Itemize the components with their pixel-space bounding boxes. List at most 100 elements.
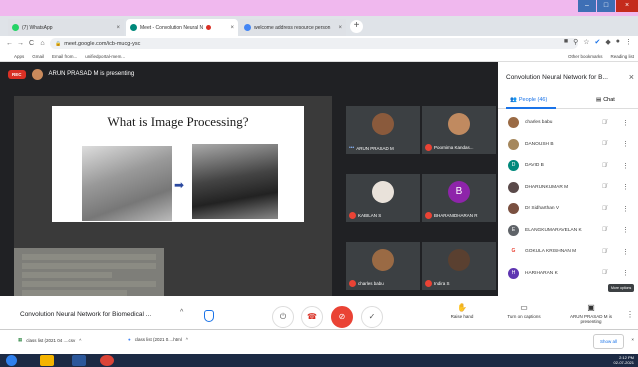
participant-row[interactable]: D DAVID B 🎙̸ ⋮ [498, 155, 638, 177]
participant-tile[interactable]: Indira S [422, 242, 496, 290]
participant-row[interactable]: H HARIHARAN K 🎙̸ ⋮ [498, 263, 638, 285]
show-all-button[interactable]: Show all [592, 334, 624, 349]
participant-row[interactable]: DANOUSH B 🎙̸ ⋮ [498, 134, 638, 156]
participant-tile[interactable]: Poornima Kandas... [422, 106, 496, 154]
present-button[interactable]: ✓ [361, 306, 383, 328]
camera-off-button[interactable]: ⊘ [331, 306, 353, 328]
participant-name: Indira S [434, 281, 450, 286]
raise-hand-button[interactable]: ✋ Raise hand [440, 303, 484, 319]
participant-tile[interactable]: ••• ARUN PRASAD M [346, 106, 420, 154]
download-filename: class list (2021 04 ....csv [26, 337, 76, 343]
shield-icon[interactable] [204, 310, 214, 322]
active-tab-indicator [506, 107, 556, 109]
new-tab-button[interactable]: + [350, 20, 363, 33]
more-options-icon[interactable]: ⋮ [622, 119, 629, 127]
participant-tile[interactable]: B BHARANIDHARAN R [422, 174, 496, 222]
participant-name: KABILAN S [358, 213, 382, 218]
people-tab-label: People (46) [518, 97, 548, 103]
back-icon[interactable]: ← [4, 40, 15, 47]
tab-meet[interactable]: Meet - Convolution Neural N × [126, 19, 238, 36]
mic-off-icon: 🎙̸ [602, 205, 607, 212]
more-options-icon[interactable]: ⋮ [622, 269, 629, 277]
mic-off-icon [425, 280, 432, 287]
word-icon[interactable] [72, 355, 86, 366]
bookmark-portal[interactable]: unifiedportal-mem... [85, 54, 125, 59]
home-icon[interactable]: ⌂ [37, 40, 48, 47]
start-icon[interactable] [6, 355, 17, 366]
participant-name: Dr Sidharthan V [525, 206, 560, 212]
more-options-icon[interactable]: ⋮ [626, 310, 634, 319]
maximize-button[interactable]: □ [597, 0, 615, 12]
close-icon[interactable]: × [338, 25, 342, 31]
close-panel-icon[interactable]: × [629, 72, 634, 82]
clock: 2:12 PM 02-07-2021 [614, 355, 634, 365]
chevron-up-icon[interactable]: ^ [180, 309, 183, 316]
participant-avatar [372, 113, 394, 135]
more-options-icon[interactable]: ⋮ [622, 140, 629, 148]
participant-row[interactable]: G GOKULA KRISHNAN M 🎙̸ ⋮ [498, 241, 638, 263]
participant-row[interactable]: E ELANGKUMARAVELAN K 🎙̸ ⋮ [498, 220, 638, 242]
arrow-icon: ➡ [174, 178, 185, 192]
participant-name: ELANGKUMARAVELAN K [525, 227, 582, 233]
participant-name: Poornima Kandas... [434, 145, 474, 150]
more-options-icon[interactable]: ⋮ [622, 183, 629, 191]
chevron-up-icon[interactable]: ^ [186, 337, 188, 342]
more-options-icon[interactable]: ⋮ [622, 226, 629, 234]
leave-call-button[interactable]: ☎ [301, 306, 323, 328]
mic-off-icon: 🎙̸ [602, 248, 607, 255]
participant-tile[interactable]: charles babu [346, 242, 420, 290]
more-options-icon[interactable]: ⋮ [622, 205, 629, 213]
participant-tile[interactable]: KABILAN S [346, 174, 420, 222]
other-bookmarks[interactable]: Other bookmarks [568, 54, 603, 59]
minimize-button[interactable]: – [578, 0, 596, 12]
star-icon[interactable]: ☆ [583, 38, 589, 46]
mic-off-icon [349, 212, 356, 219]
download-item[interactable]: ● class list (2021 0....html ^ [128, 337, 188, 342]
captions-button[interactable]: ▭ Turn on captions [502, 303, 546, 319]
presenter-avatar [31, 68, 43, 80]
download-item[interactable]: ▦ class list (2021 04 ....csv ^ [18, 337, 81, 343]
close-icon[interactable]: × [116, 25, 120, 31]
aerial-photo-original [82, 146, 172, 221]
bookmark-gmail[interactable]: Gmail [32, 54, 44, 59]
tab-people[interactable]: 👥 People (46) [510, 97, 547, 103]
more-options-icon[interactable]: ⋮ [622, 162, 629, 170]
file-explorer-icon[interactable] [40, 355, 54, 366]
mic-button[interactable]: ⏻ [272, 306, 294, 328]
presenting-button[interactable]: ▣ ARUN PRASAD M is presenting [568, 303, 614, 324]
bookmark-email[interactable]: Email from... [52, 54, 77, 59]
participant-name: BHARANIDHARAN R [434, 213, 478, 218]
participant-row[interactable]: charles babu 🎙̸ ⋮ [498, 112, 638, 134]
panel-title: Convolution Neural Network for B... [506, 74, 608, 81]
forward-icon[interactable]: → [15, 40, 26, 47]
chevron-up-icon[interactable]: ^ [79, 338, 81, 343]
participant-row[interactable]: DHARUNKUMAR M 🎙̸ ⋮ [498, 177, 638, 199]
search-icon[interactable]: ⚲ [573, 38, 578, 46]
participant-name: charles babu [358, 281, 384, 286]
reading-list[interactable]: Reading list [610, 54, 634, 59]
tab-welcome-address[interactable]: welcome address resource person × [240, 19, 346, 36]
tab-whatsapp[interactable]: (7) WhatsApp × [8, 19, 124, 36]
window-close-button[interactable]: × [616, 0, 638, 12]
more-options-icon[interactable]: ⋮ [622, 248, 629, 256]
camera-icon[interactable]: ■ [564, 38, 568, 46]
presenting-label: ARUN PRASAD M is presenting [569, 314, 612, 324]
reload-icon[interactable]: C [26, 40, 37, 47]
close-icon[interactable]: × [230, 25, 234, 31]
mic-off-icon: 🎙̸ [602, 227, 607, 234]
mic-off-icon: 🎙̸ [602, 119, 607, 126]
profile-icon[interactable]: ● [616, 38, 620, 46]
slide-title: What is Image Processing? [107, 114, 249, 129]
close-icon[interactable]: × [631, 337, 634, 342]
aerial-photo-processed [192, 144, 278, 219]
tab-chat[interactable]: ▤ Chat [596, 97, 615, 103]
participant-row[interactable]: Dr Sidharthan V 🎙̸ ⋮ [498, 198, 638, 220]
menu-icon[interactable]: ⋮ [625, 38, 632, 46]
chrome-icon[interactable] [100, 355, 114, 366]
address-bar[interactable]: 🔒 meet.google.com/icb-mucg-ysc [50, 38, 578, 49]
extension-icon[interactable]: ◆ [605, 38, 610, 46]
meeting-name[interactable]: Convolution Neural Network for Biomedica… [20, 311, 151, 318]
speaking-icon: ••• [349, 145, 355, 151]
check-extension-icon[interactable]: ✔ [595, 38, 601, 46]
bookmark-apps[interactable]: Apps [14, 54, 24, 59]
